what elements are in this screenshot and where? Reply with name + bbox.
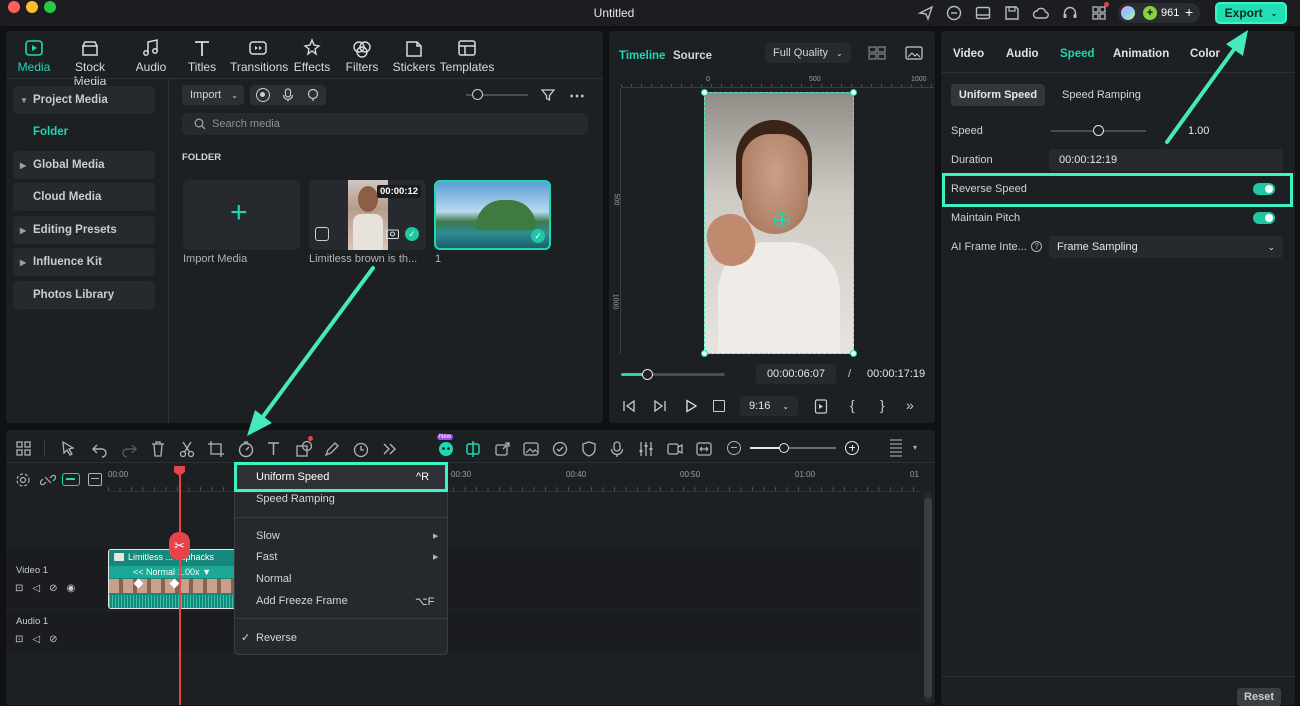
arrow-head — [1226, 30, 1248, 56]
arrow-to-speed-menu — [260, 266, 375, 420]
arrow-to-export — [1165, 46, 1237, 144]
annotation-arrows — [247, 30, 1248, 436]
arrow-head — [247, 410, 272, 436]
